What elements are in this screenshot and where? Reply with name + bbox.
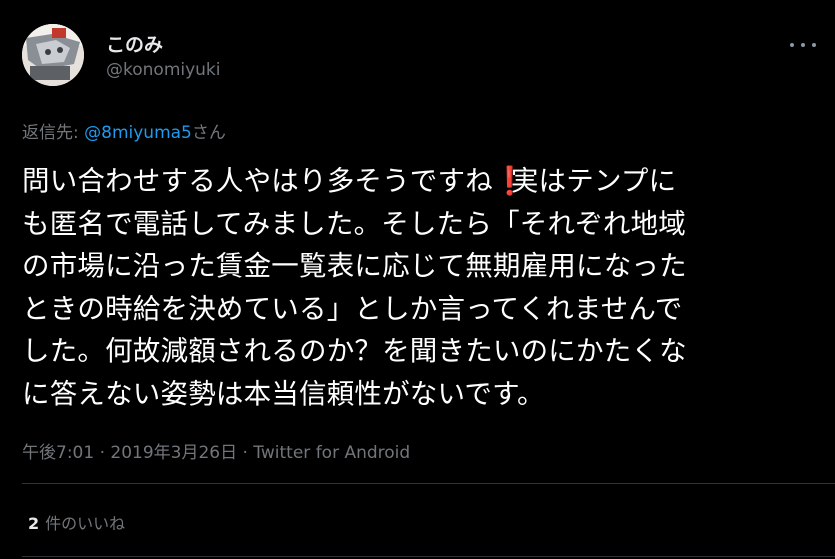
tweet-line: した。何故減額されるのか？を聞きたいのにかたくな: [22, 335, 687, 367]
more-dot: [812, 43, 816, 47]
likes-count: 2: [28, 514, 40, 533]
user-handle[interactable]: @konomiyuki: [106, 60, 221, 80]
tweet-line: に答えない姿勢は本当信頼性がないです。: [22, 377, 545, 410]
divider: [22, 483, 835, 484]
reply-to-suffix: さん: [191, 123, 226, 143]
avatar[interactable]: [22, 24, 84, 86]
tweet-line-text: 問い合わせする人やはり多そうですね: [22, 165, 493, 197]
display-name[interactable]: このみ: [106, 30, 163, 57]
tweet-text: 問い合わせする人やはり多そうですね❗実はテンプに も匿名で電話してみました。そし…: [22, 160, 822, 415]
tweet-timestamp-source[interactable]: 午後7:01 · 2019年3月26日 · Twitter for Androi…: [22, 438, 410, 463]
more-dot: [790, 43, 794, 47]
more-horizontal-icon[interactable]: [790, 36, 816, 54]
tweet-line: も匿名で電話してみました。そしたら「それぞれ地域: [22, 207, 686, 240]
reply-to-prefix: 返信先:: [22, 123, 85, 143]
more-dot: [801, 43, 805, 47]
reply-to-line: 返信先: @8miyuma5さん: [22, 118, 226, 143]
tweet-card: このみ @konomiyuki 返信先: @8miyuma5さん 問い合わせする…: [0, 0, 835, 559]
likes-label: 件のいいね: [45, 514, 126, 533]
tweet-line-text: 実はテンプに: [510, 165, 677, 197]
avatar-image: [22, 24, 84, 86]
tweet-line: の市場に沿った賃金一覧表に応じて無期雇用になった: [22, 250, 687, 282]
tweet-line: ときの時給を決めている」としか言ってくれませんで: [22, 292, 683, 325]
likes-count-link[interactable]: 2 件のいいね: [28, 510, 125, 534]
exclamation-emoji-icon: ❗: [492, 165, 528, 197]
reply-mention-link[interactable]: @8miyuma5: [84, 123, 192, 143]
divider: [22, 556, 835, 557]
tweet-line: 問い合わせする人やはり多そうですね❗実はテンプに: [22, 160, 822, 203]
